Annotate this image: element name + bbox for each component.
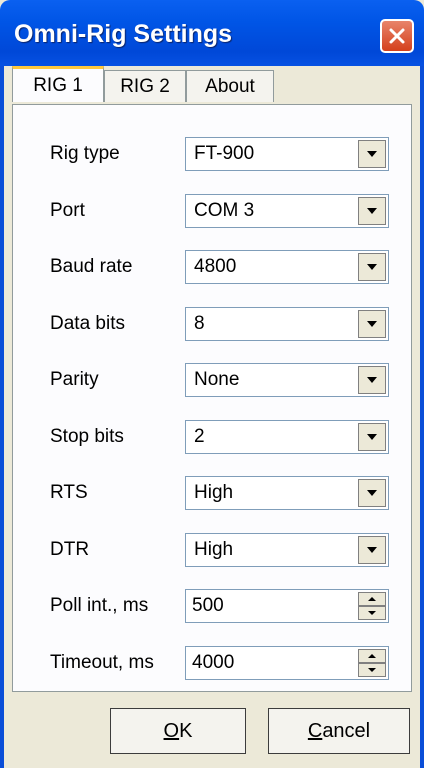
spin-down-icon xyxy=(368,611,376,615)
baud-rate-value: 4800 xyxy=(194,256,237,277)
cancel-mnemonic: C xyxy=(307,719,323,742)
rts-select[interactable]: High xyxy=(185,476,389,510)
port-select[interactable]: COM 3 xyxy=(185,194,389,228)
spin-up-button[interactable] xyxy=(358,592,386,606)
close-icon xyxy=(389,28,405,44)
dropdown-button[interactable] xyxy=(358,197,386,225)
timeout-label: Timeout, ms xyxy=(50,652,154,673)
port-value: COM 3 xyxy=(194,200,255,221)
spin-down-icon xyxy=(368,668,376,672)
parity-label: Parity xyxy=(50,369,99,390)
chevron-down-icon xyxy=(367,490,377,496)
baud-rate-select[interactable]: 4800 xyxy=(185,250,389,284)
close-button[interactable] xyxy=(380,19,414,53)
data-bits-value: 8 xyxy=(194,313,205,334)
rig-type-select[interactable]: FT-900 xyxy=(185,137,389,171)
chevron-down-icon xyxy=(367,151,377,157)
rts-value: High xyxy=(194,482,234,503)
rig-type-label: Rig type xyxy=(50,143,120,164)
parity-select[interactable]: None xyxy=(185,363,389,397)
tab-label: RIG 1 xyxy=(33,74,83,96)
rig-type-value: FT-900 xyxy=(194,143,255,164)
spin-down-button[interactable] xyxy=(358,663,386,677)
cancel-label: ancel xyxy=(322,719,371,742)
chevron-down-icon xyxy=(367,434,377,440)
dropdown-button[interactable] xyxy=(358,423,386,451)
dropdown-button[interactable] xyxy=(358,140,386,168)
dropdown-button[interactable] xyxy=(358,479,386,507)
chevron-down-icon xyxy=(367,547,377,553)
timeout-value[interactable]: 4000 xyxy=(192,652,234,674)
window-title: Omni-Rig Settings xyxy=(14,20,233,48)
tab-rig-1[interactable]: RIG 1 xyxy=(12,66,104,102)
data-bits-select[interactable]: 8 xyxy=(185,307,389,341)
dropdown-button[interactable] xyxy=(358,253,386,281)
chevron-down-icon xyxy=(367,208,377,214)
parity-value: None xyxy=(194,369,240,390)
spin-up-icon xyxy=(368,654,376,658)
stop-bits-select[interactable]: 2 xyxy=(185,420,389,454)
stop-bits-label: Stop bits xyxy=(50,426,124,447)
ok-button[interactable]: OK xyxy=(110,708,246,754)
cancel-button[interactable]: Cancel xyxy=(268,708,410,754)
ok-mnemonic: O xyxy=(163,719,180,742)
dtr-select[interactable]: High xyxy=(185,533,389,567)
dtr-label: DTR xyxy=(50,539,90,560)
chevron-down-icon xyxy=(367,321,377,327)
tab-label: RIG 2 xyxy=(120,75,170,97)
tab-label: About xyxy=(205,75,255,97)
spin-up-button[interactable] xyxy=(358,649,386,663)
poll-interval-spinner[interactable]: 500 xyxy=(185,589,389,623)
port-label: Port xyxy=(50,200,85,221)
poll-interval-value[interactable]: 500 xyxy=(192,595,224,617)
dropdown-button[interactable] xyxy=(358,366,386,394)
poll-interval-label: Poll int., ms xyxy=(50,595,149,616)
chevron-down-icon xyxy=(367,377,377,383)
ok-label: K xyxy=(179,719,193,742)
spin-up-icon xyxy=(368,597,376,601)
tab-about[interactable]: About xyxy=(186,70,274,102)
baud-rate-label: Baud rate xyxy=(50,256,133,277)
stop-bits-value: 2 xyxy=(194,426,205,447)
data-bits-label: Data bits xyxy=(50,313,125,334)
dropdown-button[interactable] xyxy=(358,310,386,338)
chevron-down-icon xyxy=(367,264,377,270)
rts-label: RTS xyxy=(50,482,88,503)
timeout-spinner[interactable]: 4000 xyxy=(185,646,389,680)
spin-down-button[interactable] xyxy=(358,606,386,620)
dropdown-button[interactable] xyxy=(358,536,386,564)
dtr-value: High xyxy=(194,539,234,560)
tab-rig-2[interactable]: RIG 2 xyxy=(104,70,186,102)
title-bar[interactable]: Omni-Rig Settings xyxy=(0,0,424,74)
